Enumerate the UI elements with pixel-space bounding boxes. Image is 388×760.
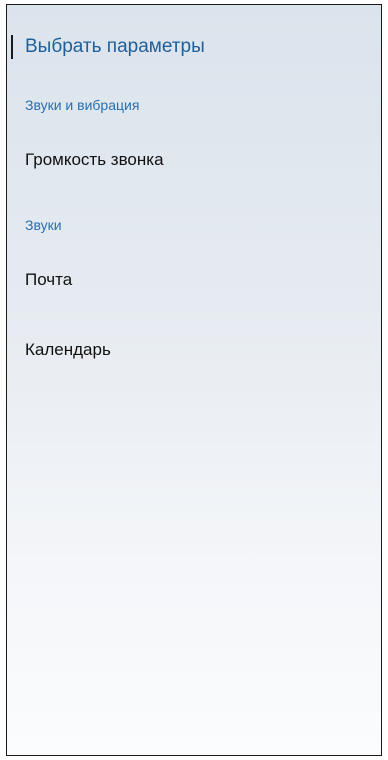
settings-panel: Выбрать параметры Звуки и вибрация Громк… [6,4,382,756]
page-title: Выбрать параметры [25,36,205,57]
list-item-ringtone-volume[interactable]: Громкость звонка [25,149,164,171]
focus-marker [11,35,13,59]
section-header-sounds: Звуки [25,217,62,233]
list-item-mail[interactable]: Почта [25,269,72,291]
list-item-calendar[interactable]: Календарь [25,339,111,361]
section-header-sounds-vibration: Звуки и вибрация [25,97,140,113]
